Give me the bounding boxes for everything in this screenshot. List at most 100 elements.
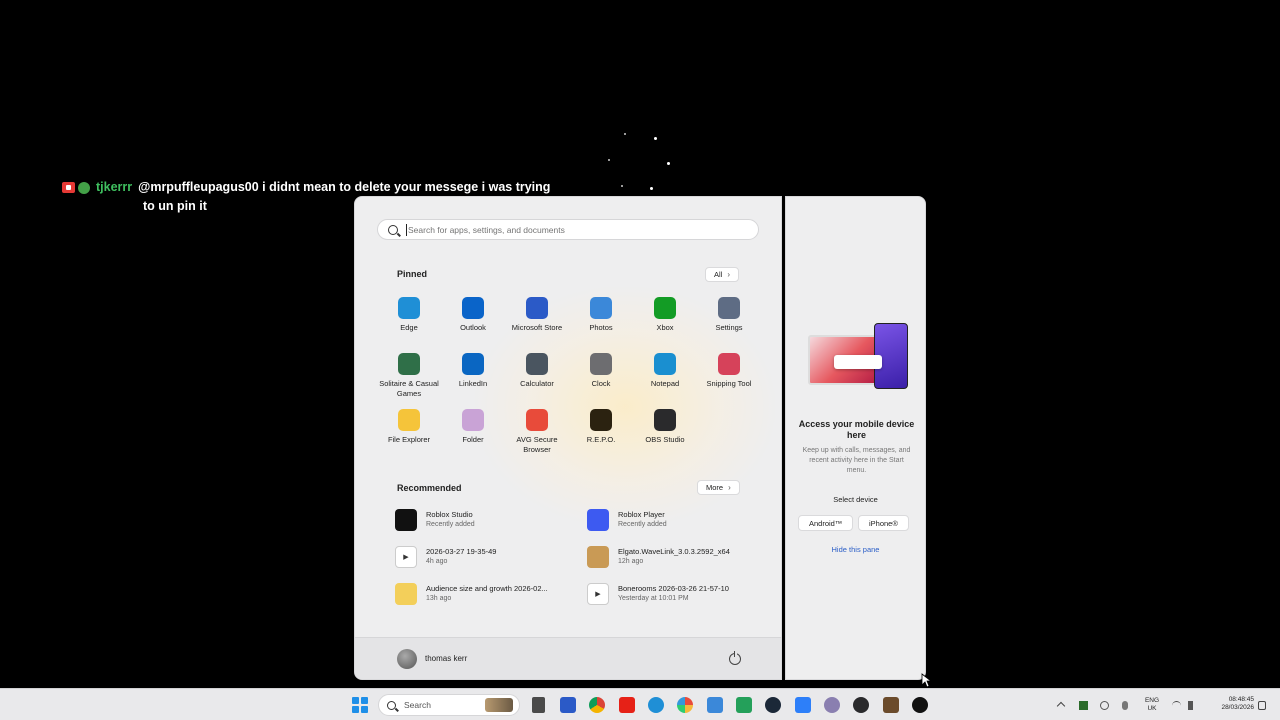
recommended-item[interactable]: Elgato.WaveLink_3.0.3.2592_x64 12h ago (587, 546, 765, 583)
pinned-app-label: R.E.P.O. (586, 435, 616, 444)
hide-pane-link[interactable]: Hide this pane (786, 545, 925, 554)
pinned-app[interactable]: Calculator (505, 353, 569, 409)
subscriber-badge-icon (78, 181, 90, 194)
chevron-up-icon[interactable] (1056, 701, 1066, 711)
star-dot (654, 137, 657, 140)
recommended-text: Roblox Player Recently added (618, 509, 758, 530)
notification-icon[interactable] (1258, 701, 1266, 710)
pinned-app-label: File Explorer (387, 435, 431, 444)
microphone-icon[interactable] (1122, 701, 1128, 710)
recommended-text: Elgato.WaveLink_3.0.3.2592_x64 12h ago (618, 546, 758, 567)
windows-start-icon[interactable] (352, 697, 368, 713)
pinned-app[interactable]: Snipping Tool (697, 353, 761, 409)
recommended-title: Roblox Player (618, 510, 665, 519)
chat-message-line1: @mrpuffleupagus00 i didnt mean to delete… (138, 180, 551, 194)
app-taskbar-icon[interactable] (736, 697, 752, 713)
g-app-icon[interactable] (795, 697, 811, 713)
pinned-app[interactable]: Settings (697, 297, 761, 353)
edge-taskbar-icon[interactable] (648, 697, 664, 713)
camera-badge-icon (62, 181, 75, 193)
avg-browser-taskbar-icon[interactable] (677, 697, 693, 713)
taskbar: Search ENG UK 08:48:45 28/03/2026 (0, 688, 1280, 720)
pinned-app[interactable]: AVG Secure Browser (505, 409, 569, 465)
language-indicator[interactable]: ENG UK (1140, 697, 1164, 713)
task-view-icon[interactable] (532, 697, 545, 713)
pinned-app-label: Folder (462, 435, 484, 444)
linkedin-icon (462, 353, 484, 375)
pinned-app[interactable]: Edge (377, 297, 441, 353)
tray-app-icon[interactable] (1100, 701, 1109, 710)
pinned-app[interactable]: Clock (569, 353, 633, 409)
calculator-icon (526, 353, 548, 375)
clock-date[interactable]: 08:48:45 28/03/2026 (1204, 696, 1254, 712)
avg-icon (526, 409, 548, 431)
photos-taskbar-icon[interactable] (707, 697, 723, 713)
discord-icon[interactable] (824, 697, 840, 713)
recommended-item[interactable]: ▶ 2026-03-27 19-35-49 4h ago (395, 546, 587, 583)
pinned-app[interactable]: Xbox (633, 297, 697, 353)
recommended-title: 2026-03-27 19-35-49 (426, 547, 497, 556)
pinned-app[interactable]: Folder (441, 409, 505, 465)
video-file-icon: ▶ (587, 583, 609, 605)
recommended-item[interactable]: Audience size and growth 2026-02... 13h a… (395, 583, 587, 620)
minecraft-icon[interactable] (883, 697, 899, 713)
obs-icon (654, 409, 676, 431)
select-device-label: Select device (833, 495, 878, 504)
user-account-button[interactable]: thomas kerr (397, 648, 468, 669)
taskbar-search[interactable]: Search (378, 694, 520, 716)
recommended-list: Roblox Studio Recently added Roblox Player… (395, 509, 765, 620)
recommended-subtitle: 13h ago (426, 595, 452, 602)
store-taskbar-icon[interactable] (560, 697, 576, 713)
recommended-subtitle: Yesterday at 10:01 PM (618, 595, 689, 602)
chevron-right-icon: › (728, 483, 731, 492)
more-label: More (706, 483, 724, 492)
android-button[interactable]: Android™ (798, 515, 854, 531)
pinned-app[interactable]: OBS Studio (633, 409, 697, 465)
youtube-icon[interactable] (619, 697, 635, 713)
user-name: thomas kerr (425, 654, 468, 663)
pinned-app[interactable]: Microsoft Store (505, 297, 569, 353)
recommended-subtitle: Recently added (426, 521, 475, 528)
recommended-subtitle: Recently added (618, 521, 667, 528)
volume-icon[interactable] (1188, 701, 1193, 710)
start-search-input[interactable] (408, 224, 728, 235)
nvidia-tray-icon[interactable] (1079, 701, 1088, 710)
more-button[interactable]: More › (697, 480, 740, 495)
steam-icon[interactable] (765, 697, 781, 713)
start-search-box[interactable] (377, 219, 759, 240)
pinned-app[interactable]: R.E.P.O. (569, 409, 633, 465)
all-apps-button[interactable]: All › (705, 267, 740, 282)
pinned-app[interactable]: Photos (569, 297, 633, 353)
pinned-app-label: Notepad (650, 379, 680, 388)
chrome-icon[interactable] (589, 697, 605, 713)
pinned-app[interactable]: Outlook (441, 297, 505, 353)
pinned-app[interactable]: Notepad (633, 353, 697, 409)
phone-pane-description: Keep up with calls, messages, and recent… (802, 447, 911, 474)
obs-taskbar-icon[interactable] (853, 697, 869, 713)
pinned-app-label: Photos (589, 323, 613, 332)
wifi-icon[interactable] (1172, 701, 1181, 710)
iphone-button[interactable]: iPhone® (858, 515, 909, 531)
recommended-item[interactable]: ▶ Bonerooms 2026-03-26 21-57-10 Yesterday … (587, 583, 765, 620)
pinned-app-label: Clock (591, 379, 611, 388)
package-icon (587, 546, 609, 568)
pinned-app[interactable]: File Explorer (377, 409, 441, 465)
power-icon[interactable] (729, 650, 741, 665)
pinned-app[interactable]: LinkedIn (441, 353, 505, 409)
recommended-item[interactable]: Roblox Studio Recently added (395, 509, 587, 546)
chat-badges (62, 181, 90, 194)
recommended-item[interactable]: Roblox Player Recently added (587, 509, 765, 546)
unreal-icon[interactable] (912, 697, 928, 713)
star-dot (624, 133, 626, 135)
outlook-icon (462, 297, 484, 319)
pinned-app-label: LinkedIn (458, 379, 488, 388)
roblox-player-icon (587, 509, 609, 531)
folder-icon (398, 409, 420, 431)
xbox-icon (654, 297, 676, 319)
pinned-app[interactable]: Solitaire & Casual Games (377, 353, 441, 409)
repo-icon (590, 409, 612, 431)
tray-date: 28/03/2026 (1221, 704, 1254, 711)
pinned-app-label: Edge (400, 323, 418, 332)
roblox-studio-icon (395, 509, 417, 531)
pinned-app-label: AVG Secure Browser (516, 435, 558, 454)
